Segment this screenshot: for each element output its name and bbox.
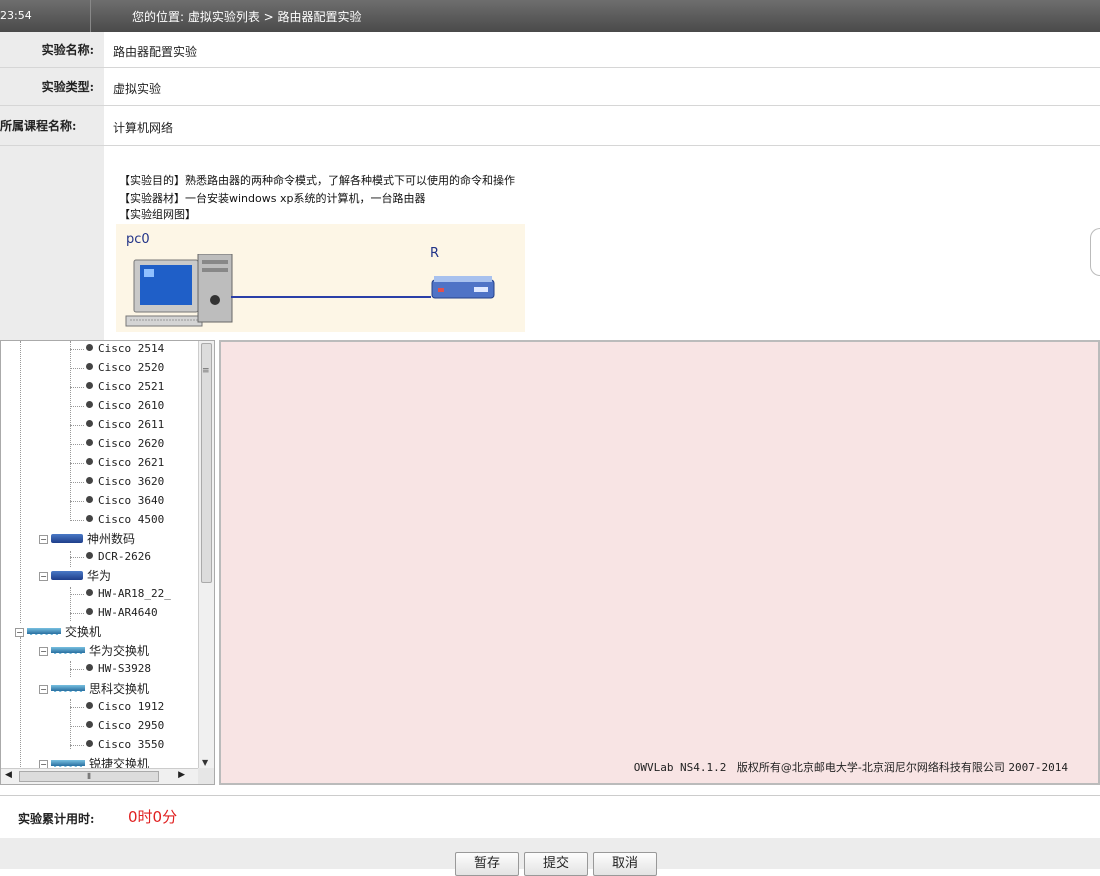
timer-value: 0时0分 [128,808,178,826]
tree-group-dcn[interactable]: − 神州数码 [39,530,135,548]
course-row: 所属课程名称: 计算机网络 [0,106,1100,146]
tree-item[interactable]: HW-S3928 [70,661,151,679]
pc-label: pc0 [126,232,150,247]
tree-item[interactable]: Cisco 2521 [70,379,164,397]
tree-item[interactable]: Cisco 2514 [70,341,164,359]
switch-group-icon [51,760,85,767]
tree-horizontal-scrollbar[interactable]: ◀ ⦀ ▶ [1,768,199,784]
topology-diagram: pc0 R [116,224,525,332]
experiment-name-value: 路由器配置实验 [113,45,198,59]
top-bar: 23:54 您的位置: 虚拟实验列表 > 路由器配置实验 [0,0,1100,32]
experiment-equipment: 【实验器材】一台安装windows xp系统的计算机，一台路由器 [119,192,426,205]
router-label: R [430,246,440,261]
collapse-icon: − [39,685,48,694]
save-draft-button[interactable]: 暂存 [455,852,519,876]
scroll-thumb[interactable] [201,343,212,583]
scroll-left-icon[interactable]: ◀ [5,770,12,780]
experiment-name-label: 实验名称: [0,32,104,67]
experiment-type-label: 实验类型: [0,68,104,105]
tree-item[interactable]: Cisco 2610 [70,398,164,416]
tree-group-cisco-switch[interactable]: − 思科交换机 [39,680,149,698]
topology-title: 【实验组网图】 [119,208,196,221]
router-icon [431,276,495,299]
timer-row: 实验累计用时: 0时0分 [0,795,1100,838]
scroll-thumb[interactable]: ⦀ [19,771,159,782]
tree-item[interactable]: Cisco 2621 [70,455,164,473]
course-label: 所属课程名称: [0,106,104,145]
tree-item[interactable]: HW-AR4640 [70,605,158,623]
network-link [231,296,431,298]
collapse-icon: − [39,535,48,544]
experiment-purpose: 【实验目的】熟悉路由器的两种命令模式，了解各种模式下可以使用的命令和操作 [119,174,515,187]
router-group-icon [51,571,83,580]
tree-item[interactable]: HW-AR18_22_ [70,586,171,604]
clock: 23:54 [0,9,32,22]
tree-group-partial[interactable]: − 锐捷交换机 [39,755,149,769]
tree-root-switch[interactable]: − 交换机 [15,623,101,641]
lab-workspace[interactable]: OWVLab NS4.1.2 版权所有@北京邮电大学-北京润尼尔网络科技有限公司… [219,340,1100,785]
scroll-corner [198,768,214,784]
side-expand-handle[interactable] [1090,228,1100,276]
router-group-icon [51,534,83,543]
topbar-divider [90,0,91,32]
experiment-name-row: 实验名称: 路由器配置实验 [0,32,1100,68]
copyright-notice: OWVLab NS4.1.2 版权所有@北京邮电大学-北京润尼尔网络科技有限公司… [633,761,1068,774]
device-tree-panel: Cisco 2514 Cisco 2520 Cisco 2521 Cisco 2… [0,340,215,785]
scroll-right-icon[interactable]: ▶ [178,770,185,780]
pc-icon [125,254,233,327]
collapse-icon: − [39,647,48,656]
experiment-type-value: 虚拟实验 [113,82,162,96]
button-bar: 暂存 提交 取消 [0,838,1100,876]
tree-item[interactable]: Cisco 3640 [70,493,164,511]
submit-button[interactable]: 提交 [524,852,588,876]
description-label-cell [0,146,104,340]
timer-label: 实验累计用时: [18,812,95,826]
tree-item[interactable]: Cisco 2520 [70,360,164,378]
tree-item[interactable]: Cisco 2950 [70,718,164,736]
switch-group-icon [27,628,61,635]
cancel-button[interactable]: 取消 [593,852,657,876]
breadcrumb: 您的位置: 虚拟实验列表 > 路由器配置实验 [132,10,362,24]
tree-vertical-scrollbar[interactable]: ≡ ▼ [198,341,214,769]
tree-item[interactable]: Cisco 3550 [70,737,164,755]
course-value: 计算机网络 [113,121,174,135]
switch-group-icon [51,647,85,654]
grip-icon: ≡ [202,366,210,376]
tree-item[interactable]: Cisco 2611 [70,417,164,435]
tree-item[interactable]: Cisco 3620 [70,474,164,492]
tree-item[interactable]: Cisco 2620 [70,436,164,454]
tree-item[interactable]: Cisco 1912 [70,699,164,717]
scroll-down-icon[interactable]: ▼ [202,758,208,767]
tree-group-huawei-switch[interactable]: − 华为交换机 [39,642,149,660]
switch-group-icon [51,685,85,692]
experiment-type-row: 实验类型: 虚拟实验 [0,68,1100,106]
device-tree: Cisco 2514 Cisco 2520 Cisco 2521 Cisco 2… [1,341,199,769]
tree-item[interactable]: DCR-2626 [70,549,151,567]
collapse-icon: − [39,572,48,581]
tree-group-huawei[interactable]: − 华为 [39,567,111,585]
tree-item[interactable]: Cisco 4500 [70,512,164,530]
collapse-icon: − [15,628,24,637]
